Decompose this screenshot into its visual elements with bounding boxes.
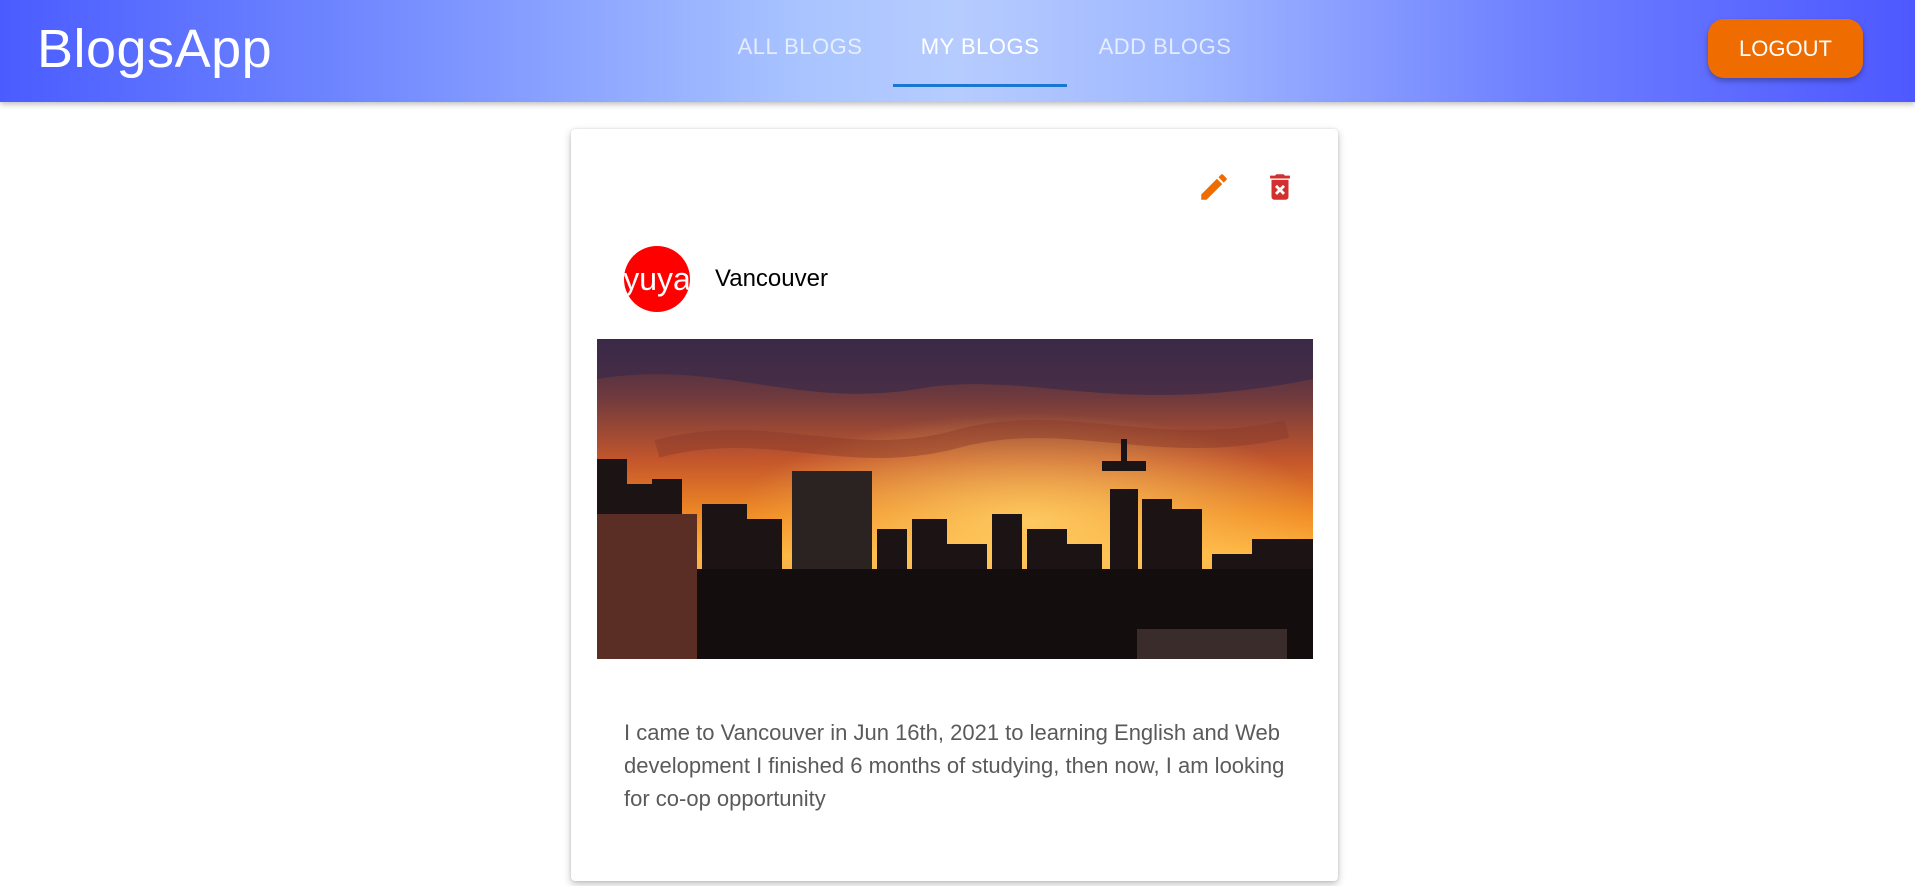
blog-description: I came to Vancouver in Jun 16th, 2021 to… bbox=[624, 720, 1285, 811]
app-bar: BlogsApp ALL BLOGS MY BLOGS ADD BLOGS LO… bbox=[0, 0, 1915, 102]
tab-all-blogs[interactable]: ALL BLOGS bbox=[735, 34, 865, 60]
tab-my-blogs[interactable]: MY BLOGS bbox=[893, 34, 1067, 60]
pencil-icon bbox=[1201, 174, 1227, 200]
tab-add-blogs[interactable]: ADD BLOGS bbox=[1095, 34, 1235, 60]
blog-card: yuya Vancouver I came to Vancouver in Ju… bbox=[571, 129, 1338, 881]
logout-button[interactable]: LOGOUT bbox=[1708, 19, 1863, 78]
delete-button[interactable] bbox=[1260, 167, 1300, 207]
edit-button[interactable] bbox=[1194, 167, 1234, 207]
brand-title: BlogsApp bbox=[37, 19, 273, 79]
trash-icon bbox=[1270, 174, 1290, 200]
blog-title: Vancouver bbox=[715, 265, 828, 292]
active-tab-indicator bbox=[893, 84, 1067, 87]
avatar: yuya bbox=[624, 246, 690, 312]
city-skyline-sunset-photo bbox=[597, 339, 1313, 659]
blog-image bbox=[597, 339, 1313, 659]
